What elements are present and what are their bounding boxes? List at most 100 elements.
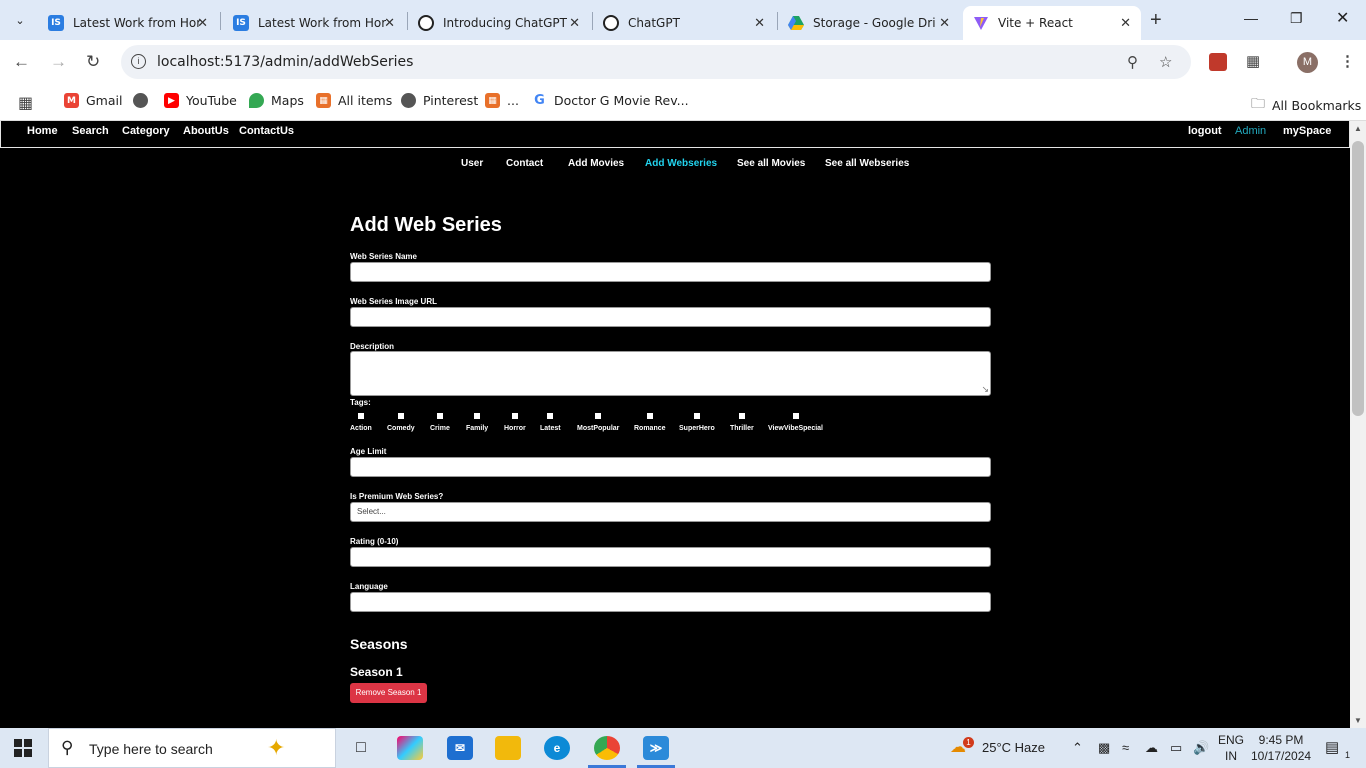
subnav-user[interactable]: User: [461, 158, 483, 169]
address-bar[interactable]: i localhost:5173/admin/addWebSeries ⚲ ☆: [121, 45, 1191, 79]
checkbox[interactable]: [474, 413, 481, 419]
task-view-icon[interactable]: □: [348, 736, 374, 760]
browser-tab-1[interactable]: IS Latest Work from Hor ✕: [38, 6, 218, 40]
tag-latest[interactable]: Latest: [540, 413, 561, 432]
url-text[interactable]: localhost:5173/admin/addWebSeries: [157, 54, 413, 70]
back-icon[interactable]: ←: [13, 52, 30, 72]
checkbox[interactable]: [693, 413, 700, 419]
checkbox[interactable]: [792, 413, 799, 419]
remove-season-button[interactable]: Remove Season 1: [350, 683, 427, 703]
close-tab-icon[interactable]: ✕: [1120, 16, 1131, 31]
tag-horror[interactable]: Horror: [504, 413, 526, 432]
close-tab-icon[interactable]: ✕: [569, 16, 580, 31]
all-bookmarks[interactable]: 🗀 All Bookmarks: [1251, 93, 1361, 117]
rating-input[interactable]: [350, 547, 991, 567]
tag-mostpopular[interactable]: MostPopular: [577, 413, 619, 432]
checkbox[interactable]: [511, 413, 518, 419]
volume-icon[interactable]: 🔊: [1193, 740, 1209, 756]
checkbox[interactable]: [357, 413, 364, 419]
bookmark-all-items[interactable]: ▦ All items: [316, 93, 392, 108]
tag-superhero[interactable]: SuperHero: [679, 413, 715, 432]
bookmark-doctor-g[interactable]: G Doctor G Movie Rev...: [532, 93, 689, 108]
browser-tab-5[interactable]: Storage - Google Dri ✕: [778, 6, 960, 40]
onedrive-icon[interactable]: ☁: [1145, 740, 1158, 756]
profile-avatar[interactable]: M: [1297, 52, 1318, 73]
mail-icon[interactable]: ✉: [447, 736, 473, 760]
name-input[interactable]: [350, 262, 991, 282]
battery-icon[interactable]: ▭: [1170, 740, 1182, 756]
extensions-puzzle-icon[interactable]: ▦: [1246, 52, 1260, 70]
nav-contactus[interactable]: ContactUs: [239, 125, 294, 137]
tag-thriller[interactable]: Thriller: [730, 413, 754, 432]
close-tab-icon[interactable]: ✕: [754, 16, 765, 31]
language-input[interactable]: [350, 592, 991, 612]
taskbar-search[interactable]: ⚲ Type here to search ✦: [48, 728, 336, 768]
scroll-thumb[interactable]: [1352, 141, 1364, 416]
checkbox[interactable]: [436, 413, 443, 419]
tab-search-chevron-icon[interactable]: ⌄: [8, 8, 32, 32]
tag-action[interactable]: Action: [350, 413, 372, 432]
meet-now-icon[interactable]: ▩: [1098, 740, 1110, 756]
new-tab-icon[interactable]: +: [1150, 9, 1162, 32]
close-window-icon[interactable]: ✕: [1336, 8, 1349, 28]
subnav-see-all-movies[interactable]: See all Movies: [737, 158, 805, 169]
clock[interactable]: 9:45 PM 10/17/2024: [1251, 732, 1311, 764]
page-scrollbar[interactable]: ▲ ▼: [1350, 121, 1366, 728]
nav-home[interactable]: Home: [27, 125, 58, 137]
chrome-icon[interactable]: [594, 736, 620, 760]
nav-admin[interactable]: Admin: [1235, 125, 1266, 137]
subnav-contact[interactable]: Contact: [506, 158, 543, 169]
nav-search[interactable]: Search: [72, 125, 109, 137]
bookmark-maps[interactable]: Maps: [249, 93, 304, 108]
bookmark-star-icon[interactable]: ☆: [1159, 53, 1172, 71]
forward-icon[interactable]: →: [50, 52, 67, 72]
nav-category[interactable]: Category: [122, 125, 170, 137]
copilot-icon[interactable]: [397, 736, 423, 760]
zoom-icon[interactable]: ⚲: [1127, 53, 1138, 71]
weather-text[interactable]: 25°C Haze: [982, 740, 1045, 755]
checkbox[interactable]: [738, 413, 745, 419]
nav-aboutus[interactable]: AboutUs: [183, 125, 229, 137]
browser-tab-2[interactable]: IS Latest Work from Hor ✕: [223, 6, 405, 40]
age-input[interactable]: [350, 457, 991, 477]
minimize-icon[interactable]: —: [1244, 10, 1258, 26]
extension-icon[interactable]: [1209, 53, 1227, 71]
tag-crime[interactable]: Crime: [430, 413, 450, 432]
image-url-input[interactable]: [350, 307, 991, 327]
bookmark-youtube[interactable]: ▶ YouTube: [164, 93, 237, 108]
tray-chevron-icon[interactable]: ⌃: [1072, 740, 1083, 756]
tag-family[interactable]: Family: [466, 413, 488, 432]
description-textarea[interactable]: ↘: [350, 351, 991, 396]
checkbox[interactable]: [595, 413, 602, 419]
tag-viewvibespecial[interactable]: ViewVibeSpecial: [768, 413, 823, 432]
close-tab-icon[interactable]: ✕: [939, 16, 950, 31]
tag-romance[interactable]: Romance: [634, 413, 666, 432]
bookmark-gmail[interactable]: M Gmail: [64, 93, 122, 108]
chrome-menu-icon[interactable]: ⋮: [1340, 52, 1355, 70]
subnav-add-webseries[interactable]: Add Webseries: [645, 158, 717, 169]
close-tab-icon[interactable]: ✕: [384, 16, 395, 31]
browser-tab-4[interactable]: ChatGPT ✕: [593, 6, 775, 40]
file-explorer-icon[interactable]: [495, 736, 521, 760]
checkbox[interactable]: [397, 413, 404, 419]
apps-grid-icon[interactable]: ▦: [18, 93, 33, 112]
checkbox[interactable]: [547, 413, 554, 419]
bookmark-ellipsis[interactable]: ▦...: [485, 93, 519, 108]
reload-icon[interactable]: ↻: [86, 52, 100, 72]
browser-tab-3[interactable]: Introducing ChatGPT ✕: [408, 6, 590, 40]
notification-icon[interactable]: ▤: [1325, 738, 1339, 756]
nav-myspace[interactable]: mySpace: [1283, 125, 1331, 137]
restore-icon[interactable]: ❐: [1290, 10, 1303, 27]
resize-handle-icon[interactable]: ↘: [981, 384, 989, 395]
nav-logout[interactable]: logout: [1188, 125, 1222, 137]
subnav-add-movies[interactable]: Add Movies: [568, 158, 624, 169]
bookmark-globe[interactable]: [133, 93, 155, 108]
tag-comedy[interactable]: Comedy: [387, 413, 415, 432]
scroll-up-icon[interactable]: ▲: [1354, 124, 1362, 133]
subnav-see-all-webseries[interactable]: See all Webseries: [825, 158, 909, 169]
browser-tab-active[interactable]: Vite + React ✕: [963, 6, 1141, 40]
site-info-icon[interactable]: i: [131, 54, 146, 69]
windows-start-icon[interactable]: [14, 739, 32, 757]
checkbox[interactable]: [646, 413, 653, 419]
language-indicator[interactable]: ENG IN: [1218, 732, 1244, 764]
